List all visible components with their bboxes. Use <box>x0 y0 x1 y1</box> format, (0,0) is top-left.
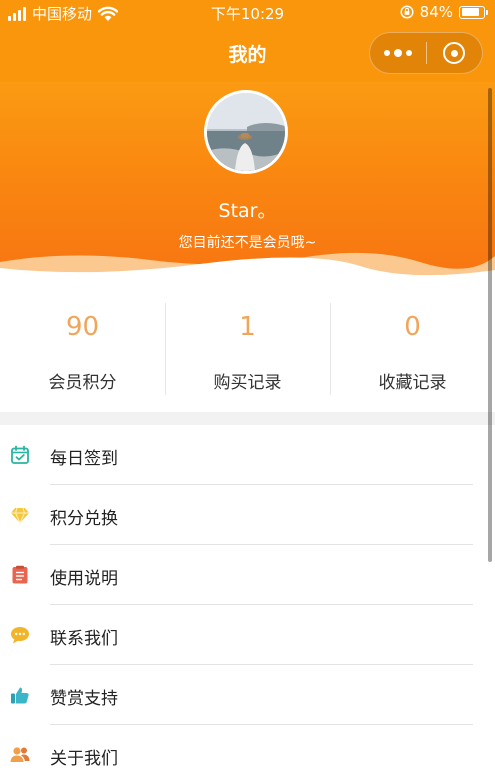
close-ring-icon <box>443 42 466 64</box>
battery-percent: 84% <box>419 3 453 21</box>
stat-member-points[interactable]: 90 会员积分 <box>0 278 165 412</box>
more-button[interactable] <box>370 33 426 73</box>
avatar[interactable] <box>204 90 288 174</box>
menu-item-label: 积分兑换 <box>50 509 118 529</box>
username: Star。 <box>218 200 277 222</box>
stat-favorite-records[interactable]: 0 收藏记录 <box>330 278 495 412</box>
calendar-check-icon <box>11 445 29 464</box>
stat-label: 收藏记录 <box>378 373 447 393</box>
chat-bubble-icon <box>11 627 29 644</box>
menu-item-appreciation-support[interactable]: 赞赏支持 <box>0 665 495 725</box>
menu-item-label: 每日签到 <box>50 449 118 469</box>
orientation-lock-icon <box>400 5 414 19</box>
battery-icon <box>459 5 488 19</box>
diamond-icon <box>11 507 29 525</box>
menu-item-contact-us[interactable]: 联系我们 <box>0 605 495 665</box>
avatar-photo <box>207 93 285 171</box>
header-wave <box>0 252 495 278</box>
stat-value: 90 <box>65 312 100 342</box>
menu-item-daily-checkin[interactable]: 每日签到 <box>0 425 495 485</box>
document-icon <box>12 565 28 584</box>
users-icon <box>10 747 30 762</box>
stat-value: 0 <box>404 312 421 342</box>
stat-purchase-records[interactable]: 1 购买记录 <box>165 278 330 412</box>
profile-header: Star。 您目前还不是会员哦~ <box>0 82 495 278</box>
mini-program-capsule <box>369 32 483 74</box>
menu-item-about-us[interactable]: 关于我们 <box>0 725 495 771</box>
stat-label: 会员积分 <box>48 373 117 393</box>
stat-label: 购买记录 <box>213 373 282 393</box>
menu-item-points-exchange[interactable]: 积分兑换 <box>0 485 495 545</box>
close-button[interactable] <box>426 33 482 73</box>
nav-bar: 我的 <box>0 26 495 82</box>
thumbs-up-icon <box>11 687 29 704</box>
stat-value: 1 <box>239 312 256 342</box>
menu-item-label: 使用说明 <box>50 569 118 589</box>
menu-item-label: 联系我们 <box>50 629 118 649</box>
menu-item-label: 赞赏支持 <box>50 689 118 709</box>
menu-item-instructions[interactable]: 使用说明 <box>0 545 495 605</box>
scrollbar[interactable] <box>488 88 492 562</box>
menu-item-label: 关于我们 <box>50 749 118 769</box>
status-bar: 中国移动 下午10:29 84% <box>0 0 495 26</box>
menu-list: 每日签到 积分兑换 使用说明 联系我们 赞赏支持 关于我们 <box>0 425 495 771</box>
stats-panel: 90 会员积分 1 购买记录 0 收藏记录 <box>0 278 495 412</box>
